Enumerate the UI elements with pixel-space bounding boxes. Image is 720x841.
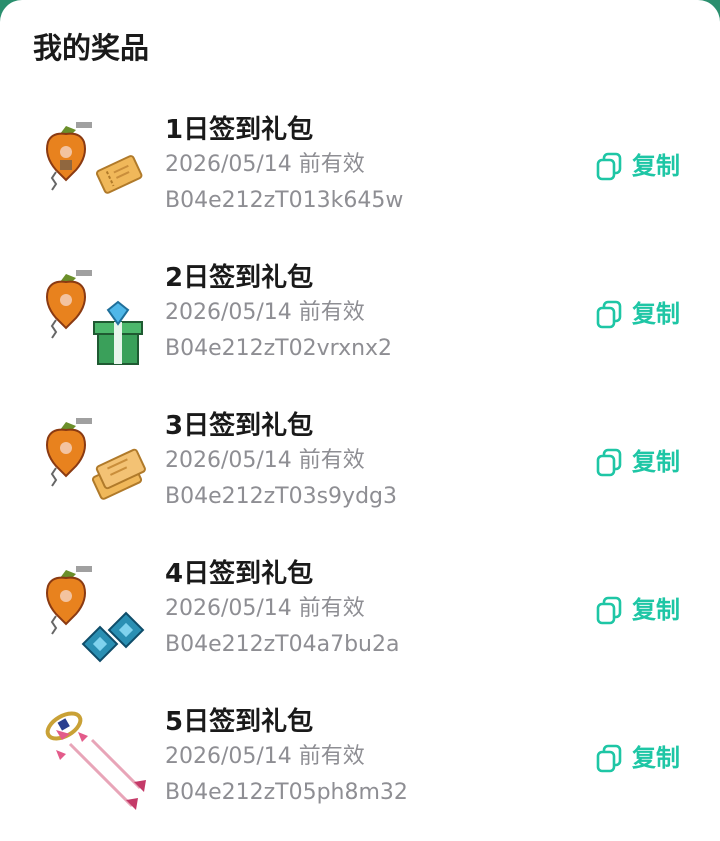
copy-button[interactable]: 复制 — [594, 148, 694, 184]
copy-button[interactable]: 复制 — [594, 444, 694, 480]
copy-label: 复制 — [632, 300, 680, 328]
item-code: B04e212zT04a7bu2a — [165, 632, 400, 657]
item-code: B04e212zT05ph8m32 — [165, 780, 408, 805]
copy-button[interactable]: 复制 — [594, 740, 694, 776]
item-name: 5日签到礼包 — [165, 707, 314, 737]
copy-label: 复制 — [632, 448, 680, 476]
list-item: 5日签到礼包 2026/05/14 前有效 B04e212zT05ph8m32 … — [0, 704, 720, 834]
item-name: 1日签到礼包 — [165, 115, 314, 145]
copy-icon — [596, 300, 622, 329]
copy-icon — [596, 152, 622, 181]
ring-and-arrows-icon — [45, 711, 146, 810]
copy-icon — [596, 744, 622, 773]
item-name: 2日签到礼包 — [165, 263, 314, 293]
item-expiry: 2026/05/14 前有效 — [165, 152, 365, 177]
item-name: 3日签到礼包 — [165, 411, 314, 441]
list-item: 2日签到礼包 2026/05/14 前有效 B04e212zT02vrxnx2 … — [0, 260, 720, 390]
apple-charm-ticket-icon — [46, 122, 143, 194]
item-name: 4日签到礼包 — [165, 559, 314, 589]
page-title: 我的奖品 — [33, 31, 150, 65]
copy-label: 复制 — [632, 596, 680, 624]
copy-icon — [596, 448, 622, 477]
item-expiry: 2026/05/14 前有效 — [165, 744, 365, 769]
list-item: 4日签到礼包 2026/05/14 前有效 B04e212zT04a7bu2a … — [0, 556, 720, 686]
copy-button[interactable]: 复制 — [594, 296, 694, 332]
item-expiry: 2026/05/14 前有效 — [165, 596, 365, 621]
item-code: B04e212zT013k645w — [165, 188, 404, 213]
copy-label: 复制 — [632, 152, 680, 180]
item-expiry: 2026/05/14 前有效 — [165, 448, 365, 473]
apple-charm-tickets-icon — [46, 418, 146, 500]
apple-charm-gift-box-icon — [46, 270, 143, 365]
list-item: 1日签到礼包 2026/05/14 前有效 B04e212zT013k645w … — [0, 112, 720, 242]
item-expiry: 2026/05/14 前有效 — [165, 300, 365, 325]
apple-charm-gems-icon — [46, 566, 145, 663]
copy-label: 复制 — [632, 744, 680, 772]
item-code: B04e212zT02vrxnx2 — [165, 336, 393, 361]
copy-icon — [596, 596, 622, 625]
list-item: 3日签到礼包 2026/05/14 前有效 B04e212zT03s9ydg3 … — [0, 408, 720, 538]
copy-button[interactable]: 复制 — [594, 592, 694, 628]
item-code: B04e212zT03s9ydg3 — [165, 484, 397, 509]
prize-sheet: 我的奖品 1日签到礼包 2026/05/14 前有效 B04e212zT013k… — [0, 0, 720, 841]
